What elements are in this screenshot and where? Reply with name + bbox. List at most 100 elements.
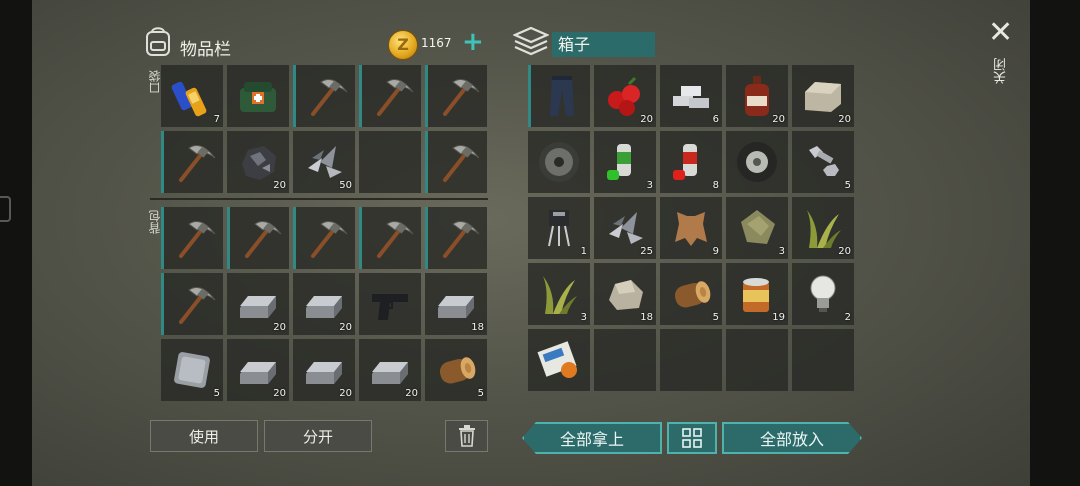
item-count: 8 bbox=[712, 180, 719, 191]
back-gesture-handle[interactable] bbox=[0, 196, 11, 222]
chest-slot[interactable]: 9 bbox=[660, 197, 722, 259]
coin-balance: 1167 bbox=[421, 36, 452, 50]
chest-slot[interactable]: 25 bbox=[594, 197, 656, 259]
item-count: 20 bbox=[640, 114, 653, 125]
metal-scraps-icon bbox=[308, 146, 342, 178]
pants-icon bbox=[550, 76, 574, 116]
pocket-slot[interactable]: 50 bbox=[293, 131, 355, 193]
pocket-slot[interactable]: 7 bbox=[161, 65, 223, 127]
item-count: 20 bbox=[405, 388, 418, 399]
put-all-button[interactable]: 全部放入 bbox=[722, 422, 862, 454]
split-button[interactable]: 分开 bbox=[264, 420, 372, 452]
item-count: 19 bbox=[772, 312, 785, 323]
chest-slot[interactable]: 6 bbox=[660, 65, 722, 127]
item-count: 3 bbox=[778, 246, 785, 257]
chest-slot[interactable] bbox=[660, 329, 722, 391]
chest-slot[interactable]: 20 bbox=[726, 65, 788, 127]
iron-ingot-icon bbox=[438, 296, 474, 318]
take-all-button[interactable]: 全部拿上 bbox=[522, 422, 662, 454]
batteries-icon bbox=[171, 81, 207, 117]
bottle-icon bbox=[745, 76, 769, 116]
backpack-slot[interactable] bbox=[359, 273, 421, 335]
item-count: 7 bbox=[213, 114, 220, 125]
chest-slot[interactable]: 3 bbox=[726, 197, 788, 259]
chest-slot[interactable] bbox=[594, 329, 656, 391]
backpack-slot[interactable]: 5 bbox=[425, 339, 487, 401]
backpack-slot[interactable] bbox=[161, 273, 223, 335]
chest-slot[interactable] bbox=[528, 131, 590, 193]
item-count: 2 bbox=[844, 312, 851, 323]
pistol-icon bbox=[372, 294, 408, 320]
backpack-slot[interactable]: 18 bbox=[425, 273, 487, 335]
chest-slot[interactable]: 20 bbox=[594, 65, 656, 127]
chest-slot[interactable]: 20 bbox=[792, 65, 854, 127]
backpack-slot[interactable]: 20 bbox=[359, 339, 421, 401]
pocket-slot[interactable] bbox=[359, 65, 421, 127]
light-bulb-icon bbox=[810, 275, 836, 312]
backpack-slot[interactable] bbox=[293, 207, 355, 269]
iron-ingot-icon bbox=[306, 362, 342, 384]
cloth-icon bbox=[741, 210, 775, 244]
iron-ingot-icon bbox=[372, 362, 408, 384]
iron-ingot-icon bbox=[306, 296, 342, 318]
chest-slot[interactable]: 18 bbox=[594, 263, 656, 325]
chest-slot[interactable]: 3 bbox=[528, 263, 590, 325]
pickaxe-icon bbox=[179, 287, 216, 324]
chest-slot[interactable]: 2 bbox=[792, 263, 854, 325]
chest-slot[interactable]: 5 bbox=[660, 263, 722, 325]
pickaxe-icon bbox=[443, 221, 480, 258]
backpack-slot[interactable]: 20 bbox=[293, 339, 355, 401]
pocket-slot[interactable]: 20 bbox=[227, 131, 289, 193]
chest-slot[interactable]: 19 bbox=[726, 263, 788, 325]
ore-icon bbox=[242, 146, 276, 180]
item-count: 20 bbox=[339, 388, 352, 399]
close-button[interactable]: ✕ bbox=[988, 18, 1013, 48]
backpack-slot[interactable] bbox=[425, 207, 487, 269]
wood-log-icon bbox=[674, 281, 711, 308]
use-button[interactable]: 使用 bbox=[150, 420, 258, 452]
chest-icon bbox=[513, 26, 549, 56]
backpack-slot[interactable] bbox=[161, 207, 223, 269]
pocket-slot[interactable] bbox=[425, 131, 487, 193]
chest-slot[interactable]: 1 bbox=[528, 197, 590, 259]
backpack-slot[interactable]: 5 bbox=[161, 339, 223, 401]
metal-plate-icon bbox=[174, 352, 210, 388]
item-count: 6 bbox=[712, 114, 719, 125]
backpack-slot[interactable]: 20 bbox=[227, 273, 289, 335]
grid-sort-icon bbox=[682, 428, 702, 448]
chest-slot[interactable]: 3 bbox=[594, 131, 656, 193]
pocket-slot[interactable] bbox=[161, 131, 223, 193]
add-coins-button[interactable]: + bbox=[462, 28, 484, 56]
item-count: 25 bbox=[640, 246, 653, 257]
chest-name-field[interactable]: 箱子 bbox=[552, 32, 655, 57]
chest-slot[interactable] bbox=[528, 329, 590, 391]
chest-slot[interactable] bbox=[726, 329, 788, 391]
pocket-slot[interactable] bbox=[359, 131, 421, 193]
item-count: 5 bbox=[213, 388, 220, 399]
backpack-slot[interactable] bbox=[227, 207, 289, 269]
backpack-slot[interactable] bbox=[359, 207, 421, 269]
chest-slot[interactable] bbox=[528, 65, 590, 127]
pickaxe-icon bbox=[443, 145, 480, 182]
backpack-slot[interactable]: 20 bbox=[293, 273, 355, 335]
item-count: 20 bbox=[273, 388, 286, 399]
stone-block-icon bbox=[805, 82, 841, 112]
item-count: 9 bbox=[712, 246, 719, 257]
chest-slot[interactable]: 5 bbox=[792, 131, 854, 193]
trash-button[interactable] bbox=[445, 420, 488, 452]
pocket-slot[interactable] bbox=[293, 65, 355, 127]
chest-slot[interactable] bbox=[726, 131, 788, 193]
chest-slot[interactable]: 20 bbox=[792, 197, 854, 259]
item-count: 1 bbox=[580, 246, 587, 257]
pocket-slot[interactable] bbox=[425, 65, 487, 127]
item-count: 18 bbox=[471, 322, 484, 333]
put-all-label: 全部放入 bbox=[759, 430, 824, 449]
bolt-nut-icon bbox=[809, 146, 839, 176]
pickaxe-icon bbox=[179, 145, 216, 182]
pocket-slot[interactable] bbox=[227, 65, 289, 127]
spray-can-red-icon bbox=[673, 144, 697, 180]
chest-slot[interactable] bbox=[792, 329, 854, 391]
sort-button[interactable] bbox=[667, 422, 717, 454]
backpack-slot[interactable]: 20 bbox=[227, 339, 289, 401]
chest-slot[interactable]: 8 bbox=[660, 131, 722, 193]
